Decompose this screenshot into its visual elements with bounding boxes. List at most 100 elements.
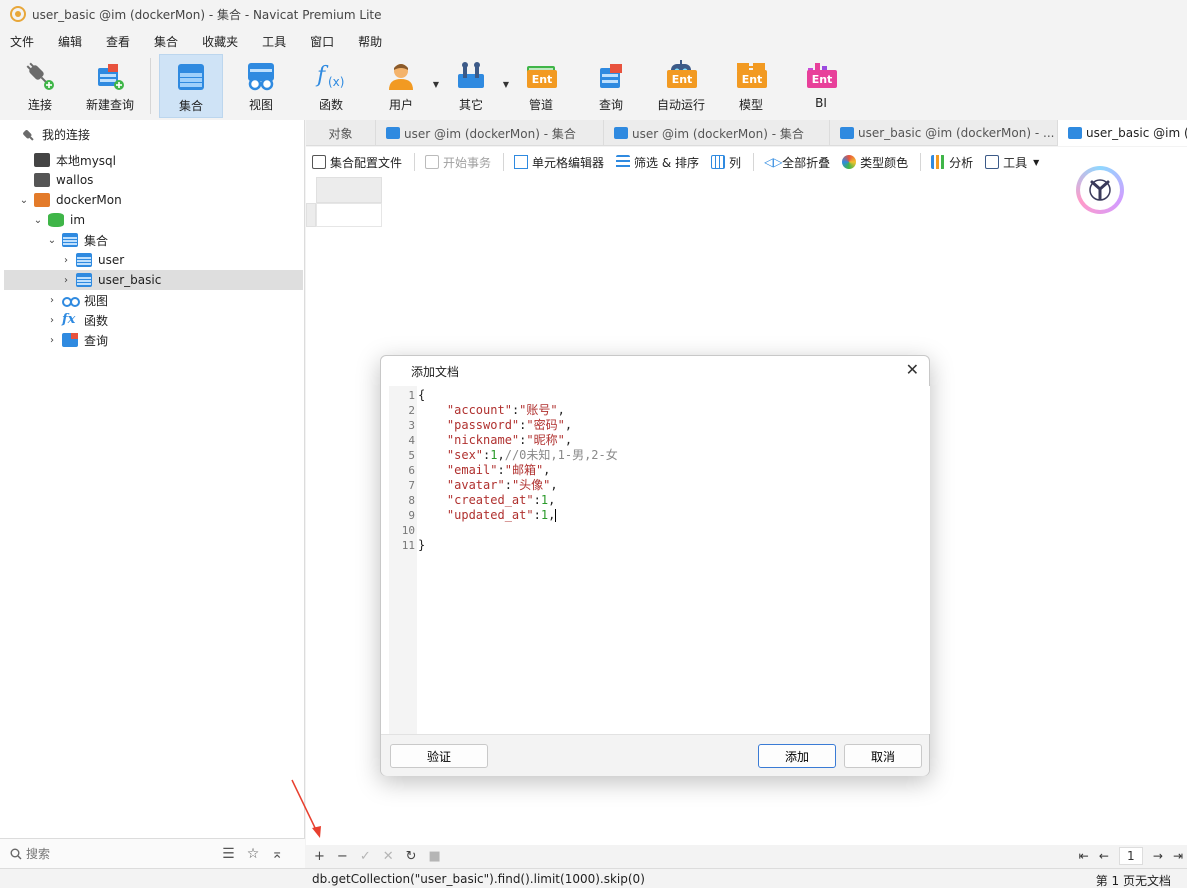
type-color-button[interactable]: 类型颜色 — [842, 154, 908, 171]
menu-file[interactable]: 文件 — [10, 33, 34, 50]
menu-view[interactable]: 查看 — [106, 33, 130, 50]
cell-editor-button[interactable]: 单元格编辑器 — [514, 154, 604, 171]
collection-button[interactable]: 集合 — [159, 54, 223, 118]
tab-user-1[interactable]: user @im (dockerMon) - 集合 — [376, 120, 604, 146]
chevron-right-icon[interactable]: › — [60, 255, 72, 266]
star-icon[interactable]: ☆ — [247, 846, 260, 862]
collapse-icon[interactable]: ⌅ — [271, 846, 283, 862]
stop-icon[interactable]: ■ — [429, 849, 441, 864]
grid-column-header[interactable] — [316, 177, 382, 203]
toolbar-divider — [753, 153, 755, 171]
connect-button[interactable]: 连接 — [8, 54, 72, 118]
collapse-all-button[interactable]: ◁▷ 全部折叠 — [764, 154, 830, 171]
close-icon[interactable]: ✕ — [906, 360, 919, 379]
function-label: 函数 — [318, 98, 343, 112]
dialog-footer: 验证 添加 取消 — [381, 734, 929, 776]
toolbar-divider — [414, 153, 416, 171]
apply-check-icon[interactable]: ✓ — [360, 849, 371, 864]
tree-item-collections[interactable]: ⌄ 集合 — [46, 230, 108, 250]
columns-button[interactable]: 列 — [711, 154, 741, 171]
validate-button[interactable]: 验证 — [390, 744, 488, 768]
grid-cell[interactable] — [316, 203, 382, 227]
tree-item-label: 函数 — [84, 313, 109, 328]
bi-button[interactable]: Ent BI — [789, 54, 853, 118]
user-label: 用户 — [388, 98, 413, 112]
assistant-avatar-icon[interactable] — [1076, 166, 1124, 214]
chevron-down-icon[interactable]: ⌄ — [46, 235, 58, 246]
last-page-icon[interactable]: ⇥ — [1173, 849, 1183, 863]
tree-item-functions[interactable]: › fx 函数 — [46, 310, 108, 330]
menu-window[interactable]: 窗口 — [310, 33, 334, 50]
mysql-icon — [34, 153, 50, 167]
line-number: 4 — [408, 434, 415, 447]
navicat-logo-icon — [10, 6, 26, 22]
chevron-down-icon[interactable]: ⌄ — [32, 215, 44, 226]
menu-edit[interactable]: 编辑 — [58, 33, 82, 50]
tree-search-input[interactable] — [26, 846, 206, 861]
menu-help[interactable]: 帮助 — [358, 33, 382, 50]
view-icon — [62, 293, 80, 307]
discard-x-icon[interactable]: ✕ — [383, 849, 394, 864]
tools-menu-button[interactable]: 工具 ▼ — [985, 154, 1039, 171]
new-query-button[interactable]: 新建查询 — [78, 54, 142, 118]
json-editor[interactable]: 1 2 3 4 5 6 7 8 9 10 11 { "account":"账号"… — [389, 386, 930, 734]
line-number: 3 — [408, 419, 415, 432]
automation-button[interactable]: Ent 自动运行 — [649, 54, 713, 118]
chevron-right-icon[interactable]: › — [60, 275, 72, 286]
view-button[interactable]: 视图 — [229, 54, 293, 118]
collection-profile-button[interactable]: 集合配置文件 — [312, 154, 402, 171]
new-query-label: 新建查询 — [85, 98, 134, 112]
model-button[interactable]: Ent 模型 — [719, 54, 783, 118]
chevron-down-icon[interactable]: ⌄ — [18, 195, 30, 206]
tree-item-views[interactable]: › 视图 — [46, 290, 108, 310]
query-button[interactable]: 查询 — [579, 54, 643, 118]
chevron-right-icon[interactable]: › — [46, 295, 58, 306]
line-number: 10 — [401, 524, 415, 537]
tree-item-user-basic[interactable]: › user_basic — [4, 270, 303, 290]
columns-icon — [711, 155, 726, 169]
user-button[interactable]: 用户 ▼ — [369, 54, 439, 118]
tree-item-queries[interactable]: › 查询 — [46, 330, 108, 350]
pipeline-icon: Ent — [525, 60, 557, 92]
filter-icon[interactable]: ☰ — [222, 846, 235, 862]
chevron-right-icon[interactable]: › — [46, 335, 58, 346]
tree-item-wallos[interactable]: wallos — [34, 170, 93, 190]
first-page-icon[interactable]: ⇤ — [1079, 849, 1089, 863]
other-button[interactable]: 其它 ▼ — [439, 54, 509, 118]
page-number-input[interactable]: 1 — [1118, 847, 1143, 865]
tree-item-im[interactable]: ⌄ im — [32, 210, 85, 230]
refresh-icon[interactable]: ↻ — [406, 849, 417, 864]
line-number: 11 — [401, 539, 415, 552]
add-button[interactable]: 添加 — [758, 744, 836, 768]
tree-search-bar: ☰ ☆ ⌅ — [0, 838, 305, 868]
json-value: "头像" — [511, 478, 551, 492]
tab-user-basic-1[interactable]: user_basic @im (dockerMon) - ... — [830, 120, 1058, 146]
tree-item-mysql[interactable]: 本地mysql — [34, 150, 116, 170]
tab-user-2[interactable]: user @im (dockerMon) - 集合 — [604, 120, 830, 146]
menu-tools[interactable]: 工具 — [262, 33, 286, 50]
tree-item-user[interactable]: › user — [60, 250, 124, 270]
code-line: "sex":1,//0未知,1-男,2-女 — [446, 448, 618, 462]
tree-item-label: 查询 — [84, 333, 109, 348]
begin-transaction-button[interactable]: 开始事务 — [425, 154, 491, 171]
tab-objects[interactable]: 对象 — [306, 120, 376, 146]
menu-collection[interactable]: 集合 — [154, 33, 178, 50]
tree-item-dockermon[interactable]: ⌄ dockerMon — [18, 190, 122, 210]
cancel-button[interactable]: 取消 — [844, 744, 922, 768]
next-page-icon[interactable]: → — [1153, 849, 1163, 863]
toolbar-divider — [920, 153, 922, 171]
menu-favorites[interactable]: 收藏夹 — [202, 33, 238, 50]
function-button[interactable]: f (x) 函数 — [299, 54, 363, 118]
tree-item-label: user — [98, 253, 125, 267]
prev-page-icon[interactable]: ← — [1099, 849, 1109, 863]
json-value: "账号" — [519, 403, 558, 417]
tab-user-basic-active[interactable]: user_basic @im (d — [1058, 120, 1187, 146]
grid-row-header[interactable] — [306, 203, 316, 227]
chevron-right-icon[interactable]: › — [46, 315, 58, 326]
pipeline-button[interactable]: Ent 管道 — [509, 54, 573, 118]
automation-label: 自动运行 — [656, 98, 705, 112]
delete-record-icon[interactable]: − — [337, 849, 348, 864]
analyze-button[interactable]: 分析 — [931, 154, 973, 171]
filter-sort-button[interactable]: 筛选 & 排序 — [616, 154, 699, 171]
add-record-icon[interactable]: + — [314, 849, 325, 864]
